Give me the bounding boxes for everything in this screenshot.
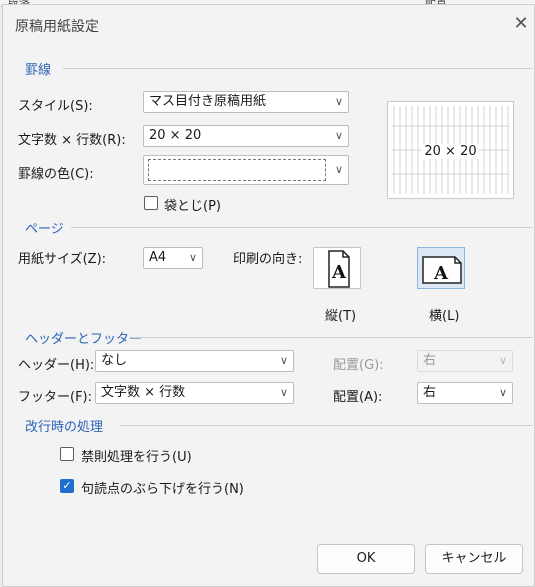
chevron-down-icon: ∨ bbox=[279, 354, 288, 367]
chevron-down-icon: ∨ bbox=[498, 354, 507, 367]
line-color-label: 罫線の色(C): bbox=[18, 167, 94, 182]
kinsoku-checkbox[interactable] bbox=[60, 447, 74, 461]
header-value: なし bbox=[101, 353, 128, 368]
chevron-down-icon: ∨ bbox=[279, 386, 288, 399]
group-divider bbox=[63, 68, 533, 69]
chevron-down-icon: ∨ bbox=[498, 386, 507, 399]
header-align-dropdown: 右 ∨ bbox=[417, 350, 513, 372]
kinsoku-label: 禁則処理を行う(U) bbox=[81, 450, 192, 465]
line-break-group-label: 改行時の処理 bbox=[25, 420, 104, 435]
style-value: マス目付き原稿用紙 bbox=[149, 94, 267, 109]
chevron-down-icon: ∨ bbox=[334, 129, 343, 142]
paper-size-dropdown[interactable]: A4 ∨ bbox=[143, 247, 203, 269]
portrait-button[interactable]: A bbox=[313, 247, 361, 289]
close-icon[interactable]: ✕ bbox=[511, 13, 531, 34]
footer-align-dropdown[interactable]: 右 ∨ bbox=[417, 382, 513, 404]
kutouten-checkbox[interactable]: ✓ bbox=[60, 479, 74, 493]
orientation-glyph: A bbox=[331, 262, 347, 283]
footer-value: 文字数 × 行数 bbox=[101, 385, 186, 400]
paper-size-label: 用紙サイズ(Z): bbox=[18, 252, 107, 267]
kutouten-label: 句読点のぶら下げを行う(N) bbox=[81, 482, 244, 497]
footer-label: フッター(F): bbox=[18, 390, 93, 405]
preview-text-wrap: 20 × 20 bbox=[388, 144, 513, 159]
landscape-button[interactable]: A bbox=[417, 247, 465, 289]
orientation-glyph: A bbox=[433, 263, 449, 284]
page-group-label: ページ bbox=[25, 222, 64, 237]
grid-preview: 20 × 20 bbox=[387, 101, 514, 199]
chevron-down-icon: ∨ bbox=[188, 251, 197, 264]
group-divider bbox=[71, 227, 533, 228]
footer-align-label: 配置(A): bbox=[333, 390, 383, 405]
paper-size-value: A4 bbox=[149, 250, 167, 265]
header-align-value: 右 bbox=[423, 353, 437, 368]
landscape-label: 横(L) bbox=[429, 309, 460, 324]
header-dropdown[interactable]: なし ∨ bbox=[95, 350, 294, 372]
line-color-dropdown[interactable]: ∨ bbox=[143, 155, 349, 185]
color-swatch bbox=[148, 159, 326, 181]
chars-lines-label: 文字数 × 行数(R): bbox=[18, 133, 126, 148]
group-divider bbox=[120, 425, 533, 426]
fukuro-checkbox[interactable] bbox=[144, 196, 158, 210]
header-footer-group-label: ヘッダーとフッター bbox=[25, 332, 143, 347]
checkmark-icon: ✓ bbox=[62, 479, 72, 492]
header-align-label: 配置(G): bbox=[333, 358, 384, 373]
style-label: スタイル(S): bbox=[18, 99, 93, 114]
chars-lines-dropdown[interactable]: 20 × 20 ∨ bbox=[143, 125, 349, 147]
group-divider bbox=[131, 337, 533, 338]
header-label: ヘッダー(H): bbox=[18, 358, 95, 373]
manuscript-settings-dialog: 原稿用紙設定 ✕ 罫線 スタイル(S): マス目付き原稿用紙 ∨ 文字数 × 行… bbox=[2, 4, 535, 587]
chevron-down-icon: ∨ bbox=[334, 163, 343, 176]
portrait-page-icon: A bbox=[328, 250, 350, 288]
orientation-label: 印刷の向き: bbox=[233, 252, 303, 267]
footer-dropdown[interactable]: 文字数 × 行数 ∨ bbox=[95, 382, 294, 404]
ok-button[interactable]: OK bbox=[317, 544, 415, 574]
dialog-title: 原稿用紙設定 bbox=[15, 19, 99, 35]
cancel-button[interactable]: キャンセル bbox=[425, 544, 523, 574]
portrait-label: 縦(T) bbox=[325, 309, 357, 324]
style-dropdown[interactable]: マス目付き原稿用紙 ∨ bbox=[143, 91, 349, 113]
chevron-down-icon: ∨ bbox=[334, 95, 343, 108]
preview-text: 20 × 20 bbox=[422, 144, 479, 159]
chars-lines-value: 20 × 20 bbox=[149, 128, 202, 143]
ruled-lines-group-label: 罫線 bbox=[25, 63, 52, 78]
landscape-page-icon: A bbox=[422, 256, 462, 284]
footer-align-value: 右 bbox=[423, 385, 437, 400]
fukuro-label: 袋とじ(P) bbox=[164, 199, 221, 214]
